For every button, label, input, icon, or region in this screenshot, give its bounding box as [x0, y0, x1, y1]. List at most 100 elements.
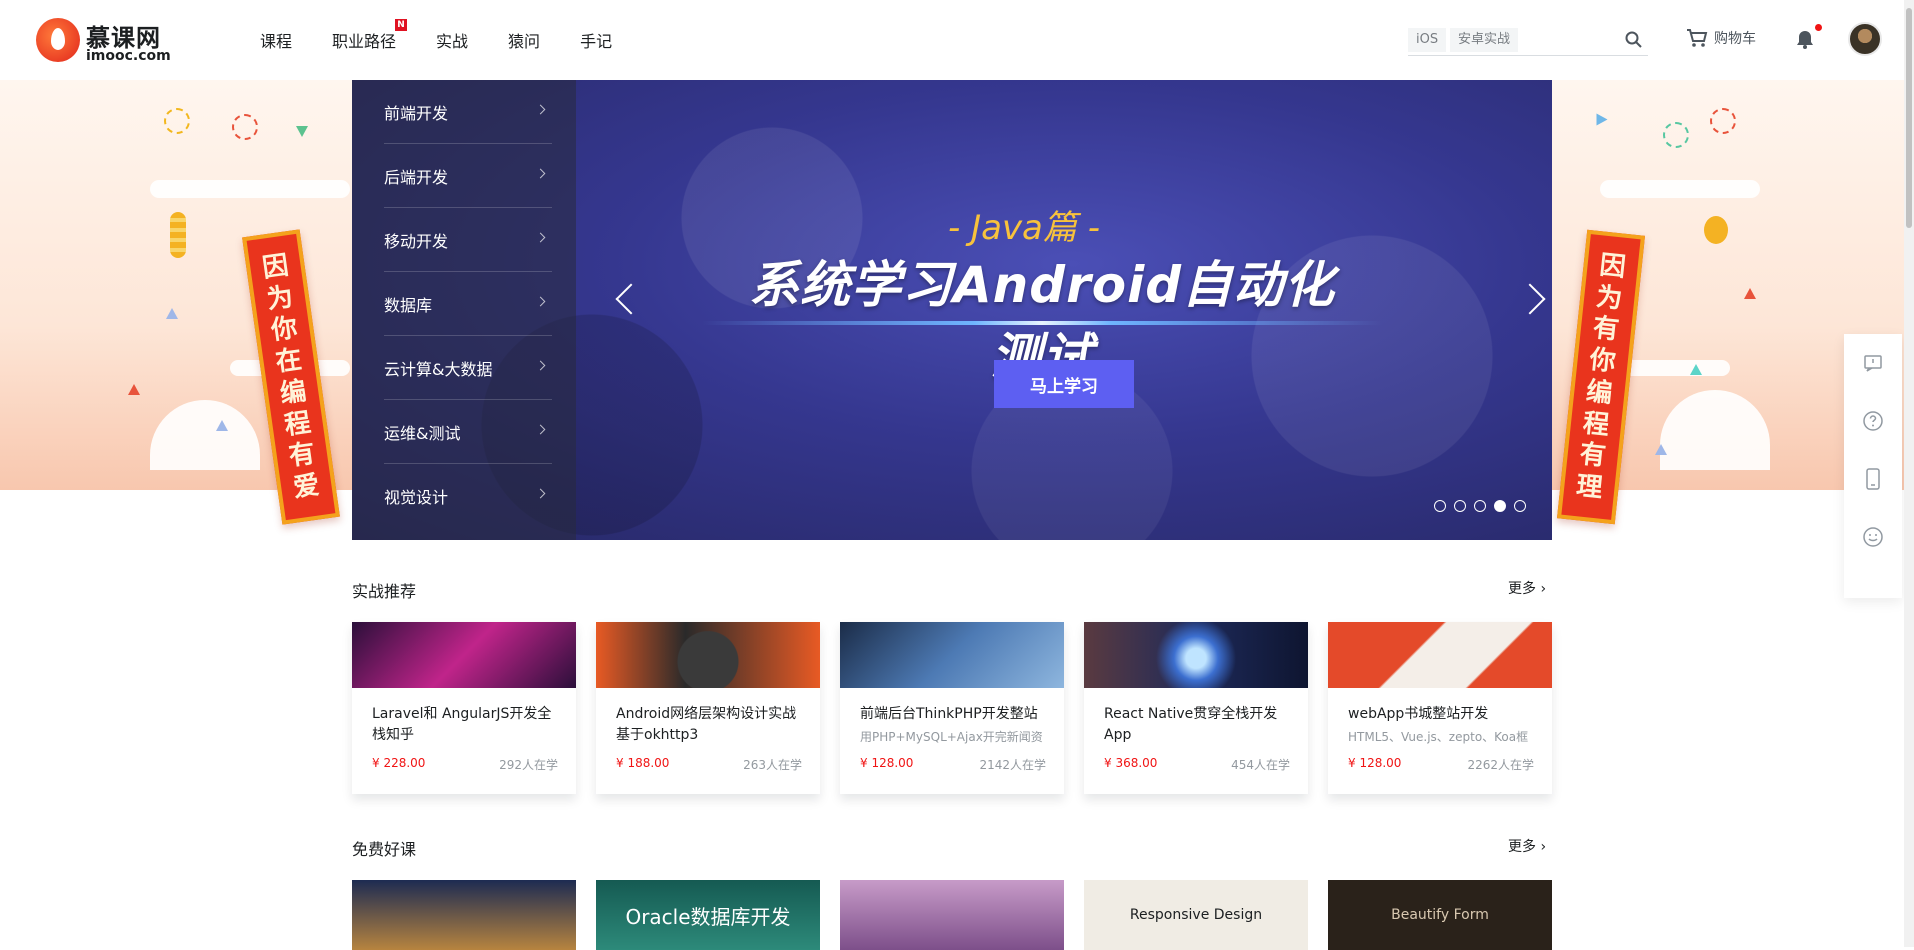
category-label: 运维&测试	[384, 423, 461, 443]
lantern-icon	[1704, 216, 1728, 244]
category-label: 后端开发	[384, 167, 449, 187]
search-icon[interactable]	[1624, 30, 1644, 50]
carousel-dot[interactable]	[1474, 500, 1486, 512]
chevron-right-icon	[535, 232, 546, 243]
mobile-app-button[interactable]	[1844, 450, 1902, 508]
cart-button[interactable]: 购物车	[1686, 28, 1756, 48]
carousel-dot[interactable]	[1454, 500, 1466, 512]
course-card[interactable]: 前端后台ThinkPHP开发整站 用PHP+MySQL+Ajax开完新闻资 ¥ …	[840, 622, 1064, 794]
notification-button[interactable]	[1794, 24, 1822, 50]
chevron-right-icon	[535, 488, 546, 499]
couplet-char: 程	[1581, 408, 1611, 441]
couplet-char: 理	[1574, 471, 1604, 504]
couplet-char: 有	[287, 438, 318, 473]
help-button[interactable]	[1844, 392, 1902, 450]
unread-dot	[1815, 24, 1822, 31]
firework-decoration	[1663, 122, 1689, 148]
thumbnail-text: Responsive Design	[1129, 907, 1263, 923]
category-ops-testing[interactable]: 运维&测试	[384, 400, 552, 464]
couplet-char: 爱	[291, 470, 322, 504]
category-backend[interactable]: 后端开发	[384, 144, 552, 208]
course-thumbnail	[1328, 622, 1552, 688]
carousel-dot-active[interactable]	[1494, 500, 1506, 512]
smile-button[interactable]	[1844, 508, 1902, 566]
hot-search-tag[interactable]: 安卓实战	[1450, 28, 1519, 52]
course-card[interactable]: Android网络层架构设计实战 基于okhttp3 ¥ 188.00 263人在…	[596, 622, 820, 794]
scrollbar-thumb[interactable]	[1906, 8, 1912, 228]
more-link-free[interactable]: 更多 ›	[1508, 836, 1546, 856]
more-label: 更多	[1508, 581, 1536, 597]
section-title-free: 免费好课	[352, 840, 417, 859]
site-logo[interactable]: 慕课网 imooc.com	[30, 12, 175, 68]
carousel-dot[interactable]	[1434, 500, 1446, 512]
hot-search-tag[interactable]: iOS	[1408, 28, 1447, 52]
more-label: 更多	[1508, 839, 1536, 855]
category-database[interactable]: 数据库	[384, 272, 552, 336]
category-label: 移动开发	[384, 231, 449, 251]
course-thumbnail: Beautify Form	[1328, 880, 1552, 950]
couplet-char: 在	[273, 344, 304, 378]
bell-icon	[1797, 31, 1813, 49]
main-nav: 课程 职业路径 N 实战 猿问 手记	[260, 19, 652, 52]
chevron-right-icon: ›	[1540, 581, 1547, 597]
learner-count: 454人在学	[1231, 758, 1290, 772]
feedback-button[interactable]	[1844, 334, 1902, 392]
cart-label: 购物车	[1714, 31, 1756, 47]
right-couplet: 因 为 有 你 编 程 有 理	[1557, 229, 1645, 525]
nav-item-practical[interactable]: 实战	[436, 28, 468, 52]
course-thumbnail: Oracle数据库开发	[596, 880, 820, 950]
firecracker-icon	[170, 212, 186, 258]
free-course-list: Oracle数据库开发 Responsive Design Beautify F…	[352, 880, 1552, 950]
category-mobile[interactable]: 移动开发	[384, 208, 552, 272]
course-price: ¥ 128.00	[1348, 756, 1402, 770]
triangle-decoration	[128, 384, 140, 395]
category-frontend[interactable]: 前端开发	[384, 80, 552, 144]
course-card[interactable]: webApp书城整站开发 HTML5、Vue.js、zepto、Koa框 ¥ 1…	[1328, 622, 1552, 794]
banner-light-line	[702, 321, 1382, 325]
nav-label: 手记	[580, 32, 613, 51]
nav-item-notes[interactable]: 手记	[580, 28, 612, 52]
course-thumbnail	[352, 622, 576, 688]
nav-label: 课程	[260, 32, 293, 51]
page-scrollbar[interactable]	[1904, 0, 1914, 947]
free-course-card[interactable]	[352, 880, 576, 950]
nav-item-qa[interactable]: 猿问	[508, 28, 540, 52]
smile-icon	[1863, 527, 1883, 547]
hero-banner[interactable]: 前端开发 后端开发 移动开发 数据库 云计算&大数据 运维&测试 视觉设计 - …	[352, 80, 1552, 540]
course-card[interactable]: React Native贯穿全栈开发 App ¥ 368.00 454人在学	[1084, 622, 1308, 794]
couplet-char: 编	[278, 376, 309, 410]
search-input[interactable]	[1548, 28, 1608, 52]
course-thumbnail	[840, 622, 1064, 688]
course-thumbnail	[1084, 622, 1308, 688]
nav-item-courses[interactable]: 课程	[260, 28, 292, 52]
section-title-practical: 实战推荐	[352, 582, 417, 601]
nav-label: 猿问	[508, 32, 541, 51]
triangle-decoration	[1596, 113, 1608, 126]
free-course-card[interactable]: Responsive Design	[1084, 880, 1308, 950]
free-course-card[interactable]: Oracle数据库开发	[596, 880, 820, 950]
category-visual-design[interactable]: 视觉设计	[384, 464, 552, 528]
learner-count: 2262人在学	[1467, 758, 1534, 772]
start-learning-button[interactable]: 马上学习	[994, 360, 1134, 408]
flame-logo-icon	[36, 18, 80, 62]
carousel-dot[interactable]	[1514, 500, 1526, 512]
phone-icon	[1866, 468, 1880, 490]
shopping-cart-icon	[1687, 29, 1708, 47]
couplet-char: 因	[260, 250, 291, 284]
chevron-right-icon	[535, 104, 546, 115]
thumbnail-text: Oracle数据库开发	[625, 904, 791, 929]
learner-count: 2142人在学	[979, 758, 1046, 772]
couplet-char: 你	[1588, 344, 1618, 378]
cloud-decoration	[150, 400, 260, 470]
free-course-card[interactable]	[840, 880, 1064, 950]
course-card[interactable]: Laravel和 AngularJS开发全栈知乎 ¥ 228.00 292人在学	[352, 622, 576, 794]
more-link-practical[interactable]: 更多 ›	[1508, 578, 1546, 598]
user-avatar[interactable]	[1848, 22, 1882, 56]
category-cloud-bigdata[interactable]: 云计算&大数据	[384, 336, 552, 400]
category-menu: 前端开发 后端开发 移动开发 数据库 云计算&大数据 运维&测试 视觉设计	[352, 80, 576, 540]
free-course-card[interactable]: Beautify Form	[1328, 880, 1552, 950]
couplet-char: 因	[1598, 250, 1628, 283]
nav-item-career-paths[interactable]: 职业路径 N	[332, 19, 408, 52]
triangle-decoration	[296, 126, 308, 137]
category-label: 云计算&大数据	[384, 359, 493, 379]
